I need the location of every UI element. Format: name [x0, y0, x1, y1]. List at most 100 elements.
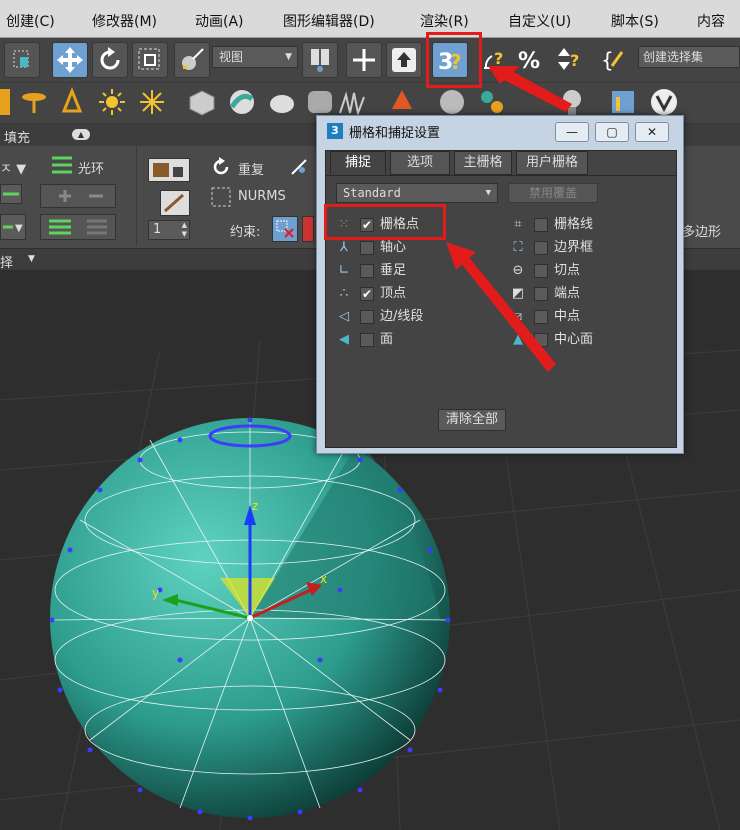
create-selection-set-label: 创建选择集 [643, 50, 704, 64]
menu-modifiers[interactable]: 修改器(M) [92, 13, 157, 31]
named-selection-set-field[interactable]: 创建选择集 [638, 46, 740, 68]
menu-graph-editors[interactable]: 图形编辑器(D) [283, 13, 375, 31]
app-3ds-icon: 3 [327, 123, 343, 139]
grow-selection-icon[interactable] [0, 184, 22, 204]
snap-option-center-face[interactable]: ▲ 中心面 [510, 330, 670, 350]
tab-home-grid[interactable]: 主栅格 [454, 151, 512, 175]
snap-option-edge[interactable]: ◁ 边/线段 [336, 307, 496, 327]
annotation-highlight-snap-toggle [426, 32, 482, 88]
loop-selection-icon[interactable] [50, 154, 74, 176]
material-icon[interactable] [226, 87, 258, 117]
spotlight-icon[interactable] [18, 87, 50, 117]
angle-snap-icon[interactable]: ? [478, 42, 514, 78]
lock-selection-icon[interactable] [148, 158, 190, 182]
maximize-button[interactable]: ▢ [595, 122, 629, 142]
selection-panel-chevron-icon[interactable]: ▼ [28, 254, 35, 264]
tab-options[interactable]: 选项 [390, 151, 450, 175]
repeat-label[interactable]: 重复 [238, 159, 264, 178]
bulb-icon[interactable] [56, 87, 88, 117]
render-setup-icon[interactable] [556, 87, 588, 117]
select-object-icon[interactable] [4, 42, 40, 78]
snap-option-endpoint[interactable]: ◩ 端点 [510, 284, 670, 304]
center-face-checkbox[interactable] [534, 333, 548, 347]
snap-option-perpendicular[interactable]: ∟ 垂足 [336, 261, 496, 281]
face-checkbox[interactable] [360, 333, 374, 347]
cylinder-stack-icon[interactable] [304, 87, 336, 117]
menu-customize[interactable]: 自定义(U) [508, 13, 571, 31]
scale-icon[interactable] [132, 42, 168, 78]
center-face-icon: ▲ [513, 332, 523, 347]
constraint-none-icon[interactable] [272, 216, 298, 242]
perpendicular-label: 垂足 [380, 263, 407, 278]
fire-effect-icon[interactable] [386, 87, 418, 117]
menu-rendering[interactable]: 渲染(R) [420, 13, 469, 31]
snap-preset-value: Standard [343, 186, 401, 200]
material-editor-icon[interactable] [476, 87, 508, 117]
tangent-checkbox[interactable] [534, 264, 548, 278]
endpoint-checkbox[interactable] [534, 287, 548, 301]
svg-text:?: ? [494, 49, 503, 68]
snap-option-tangent[interactable]: ⊖ 切点 [510, 261, 670, 281]
grid-lines-checkbox[interactable] [534, 218, 548, 232]
repeat-icon[interactable] [210, 156, 232, 178]
edge-checkbox[interactable] [360, 310, 374, 324]
paint-selection-icon[interactable] [160, 190, 190, 216]
dialog-title: 栅格和捕捉设置 [349, 126, 441, 141]
snap-option-face[interactable]: ◀ 面 [336, 330, 496, 350]
clear-all-button[interactable]: 清除全部 [438, 409, 506, 431]
bounding-box-checkbox[interactable] [534, 241, 548, 255]
place-icon[interactable] [174, 42, 210, 78]
tab-user-grids[interactable]: 用户栅格 [516, 151, 588, 175]
teapot-icon[interactable] [266, 87, 298, 117]
edge-icon: ◁ [339, 309, 349, 324]
pivot-checkbox[interactable] [360, 241, 374, 255]
rotate-icon[interactable] [92, 42, 128, 78]
ring-buttons-icon[interactable] [40, 184, 116, 208]
menu-animation[interactable]: 动画(A) [195, 13, 244, 31]
repeat-count-spinner[interactable]: 1 ▲ ▼ [148, 220, 190, 240]
vertex-checkbox[interactable]: ✔ [360, 287, 374, 301]
spinner-arrows-icon: ▲ ▼ [181, 221, 187, 238]
nurms-label[interactable]: NURMS [238, 189, 286, 204]
shrink-selection-icon[interactable]: ▼ [0, 214, 26, 240]
constraint-edge-icon[interactable] [302, 216, 314, 242]
tab-snaps[interactable]: 捕捉 [330, 151, 386, 175]
box-icon[interactable] [186, 87, 218, 117]
move-icon[interactable] [52, 42, 88, 78]
render-frame-icon[interactable] [608, 87, 640, 117]
sphere-render-icon[interactable] [436, 87, 468, 117]
ring-selection-icon[interactable] [40, 214, 116, 240]
close-button[interactable]: ✕ [635, 122, 669, 142]
main-toolbar: 视图 ▼ 3? ? % ? { 创建选择集 [0, 38, 740, 83]
reference-coordinate-dropdown[interactable]: 视图 ▼ [212, 46, 298, 68]
perpendicular-checkbox[interactable] [360, 264, 374, 278]
svg-text:▼: ▼ [15, 223, 23, 234]
endpoint-label: 端点 [554, 286, 581, 301]
grass-icon[interactable] [336, 87, 368, 117]
minimize-button[interactable]: — [555, 122, 589, 142]
snap-option-midpoint[interactable]: ⧄ 中点 [510, 307, 670, 327]
menu-scripting[interactable]: 脚本(S) [611, 13, 659, 31]
pivot-center-icon[interactable] [302, 42, 338, 78]
percent-snap-icon[interactable]: % [514, 42, 550, 78]
select-manipulate-icon[interactable] [346, 42, 382, 78]
spinner-snap-icon[interactable]: ? [552, 42, 588, 78]
snap-option-pivot[interactable]: ⅄ 轴心 [336, 238, 496, 258]
midpoint-checkbox[interactable] [534, 310, 548, 324]
edit-named-selection-icon[interactable]: { [598, 42, 634, 78]
snap-option-grid-lines[interactable]: ⌗ 栅格线 [510, 215, 670, 235]
vray-icon[interactable] [648, 87, 680, 117]
ribbon-expand-icon[interactable]: ▲ [72, 129, 90, 140]
menu-create[interactable]: 创建(C) [6, 13, 55, 31]
sun-icon[interactable] [96, 87, 128, 117]
shape-icon[interactable] [0, 89, 10, 115]
keyboard-shortcut-override-icon[interactable] [386, 42, 422, 78]
snap-option-vertex[interactable]: ∴ ✔ 顶点 [336, 284, 496, 304]
override-off-button[interactable]: 禁用覆盖 [508, 183, 598, 203]
quickslice-icon[interactable] [288, 156, 310, 178]
snap-option-bounding-box[interactable]: ⛶ 边界框 [510, 238, 670, 258]
nurms-icon[interactable] [210, 186, 232, 208]
menu-content[interactable]: 内容 [697, 13, 725, 31]
snap-preset-dropdown[interactable]: Standard ▼ [336, 183, 498, 203]
skylight-icon[interactable] [136, 87, 168, 117]
